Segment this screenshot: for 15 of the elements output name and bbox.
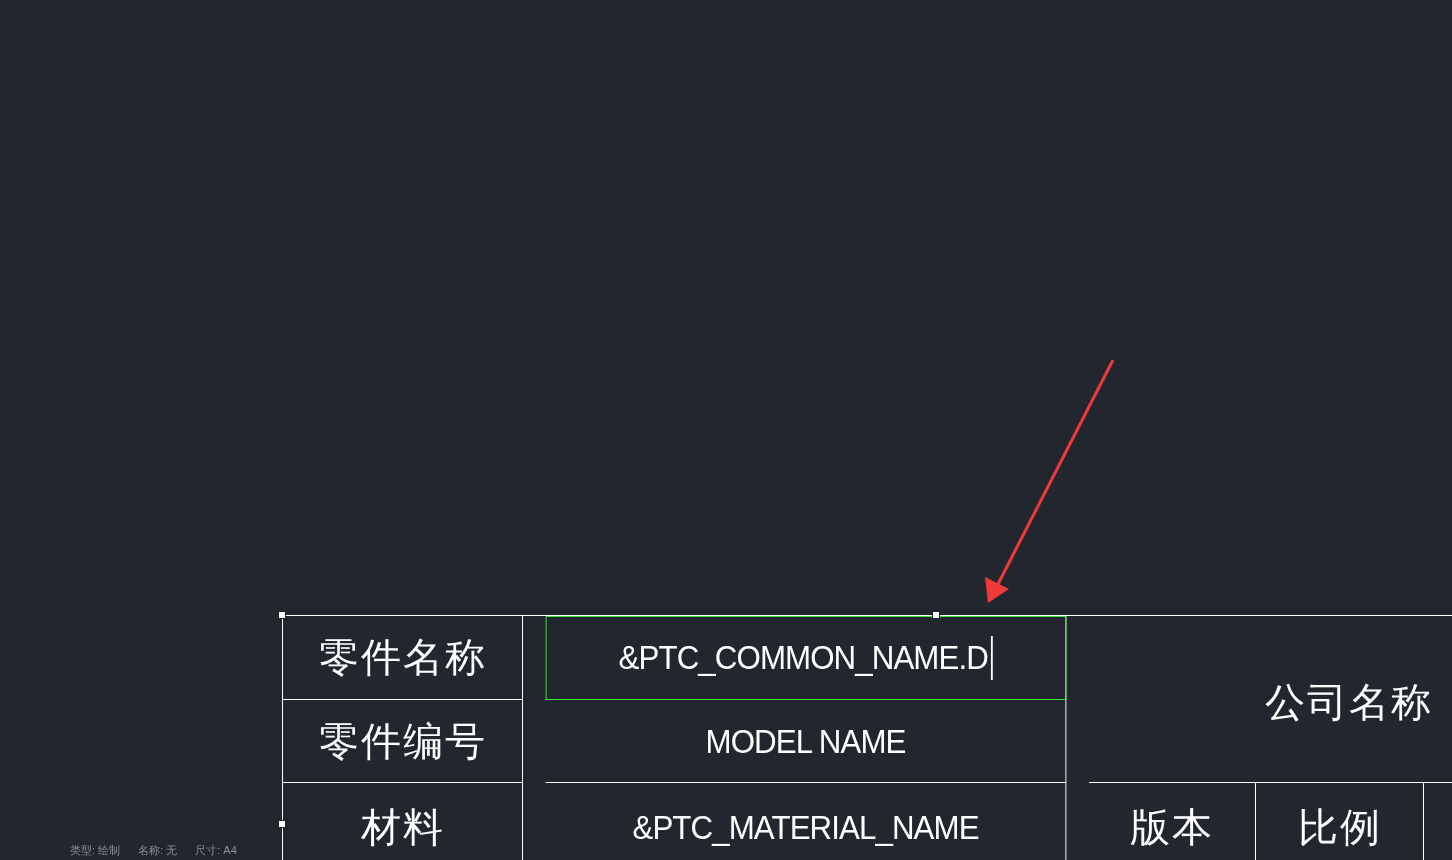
selection-handle[interactable] xyxy=(278,611,286,619)
value-cell: &PTC_MATERIAL_NAME xyxy=(545,783,1067,860)
value-cell: &PTC_COMMON_NAME.D xyxy=(545,616,1067,700)
selection-handle[interactable] xyxy=(932,611,940,619)
text-cursor xyxy=(990,635,993,680)
label-cell: 版本 xyxy=(1089,783,1256,860)
value-cell: MODEL NAME xyxy=(545,700,1067,783)
status-text: 尺寸: A4 xyxy=(195,843,237,858)
status-text: 类型: 绘制 xyxy=(70,843,121,858)
selection-handle[interactable] xyxy=(278,820,286,828)
label-cell: 比例 xyxy=(1256,783,1424,860)
label-cell: 零件编号 xyxy=(283,700,523,783)
status-text: 名称: 无 xyxy=(138,843,178,858)
company-name-cell: 公司名称 xyxy=(1089,616,1452,783)
label-cell: 零件名称 xyxy=(283,616,523,700)
